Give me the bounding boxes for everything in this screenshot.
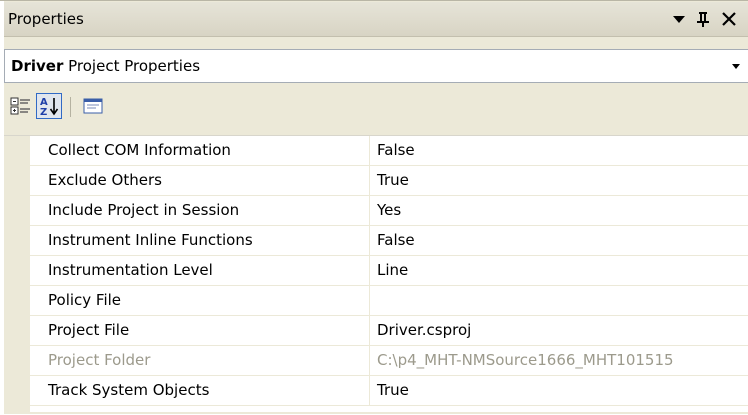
alphabetical-button[interactable]: A Z — [36, 93, 62, 119]
property-value[interactable]: True — [371, 376, 748, 405]
property-row[interactable]: Instrument Inline Functions False — [30, 226, 748, 256]
chevron-down-icon[interactable] — [728, 55, 744, 77]
property-name[interactable]: Instrument Inline Functions — [30, 226, 370, 255]
property-value[interactable]: False — [371, 226, 748, 255]
property-value[interactable] — [371, 286, 748, 315]
toolbar-separator — [70, 97, 71, 117]
property-row[interactable]: Exclude Others True — [30, 166, 748, 196]
toolbar: A Z — [4, 89, 748, 129]
property-row[interactable]: Policy File — [30, 286, 748, 316]
property-pages-icon — [83, 98, 103, 114]
categorized-button[interactable] — [8, 93, 34, 119]
close-icon[interactable] — [718, 7, 740, 31]
property-value[interactable]: False — [371, 136, 748, 165]
object-selector[interactable]: Driver Project Properties — [4, 49, 748, 83]
property-name[interactable]: Track System Objects — [30, 376, 370, 405]
property-value: C:\p4_MHT-NMSource1666_MHT101515 — [377, 351, 674, 369]
properties-window: Properties Driver Project Properties A Z… — [0, 0, 748, 415]
categorized-icon — [10, 97, 30, 115]
property-name[interactable]: Include Project in Session — [30, 196, 370, 225]
window-title: Properties — [8, 10, 84, 28]
grid-gutter — [4, 136, 30, 412]
property-row[interactable]: Project File Driver.csproj — [30, 316, 748, 346]
property-grid: Collect COM Information False Exclude Othe… — [4, 135, 748, 412]
property-pages-button[interactable] — [80, 93, 106, 119]
alphabetical-icon: A Z — [40, 97, 59, 118]
property-row[interactable]: Include Project in Session Yes — [30, 196, 748, 226]
property-name[interactable]: Policy File — [30, 286, 370, 315]
property-value[interactable]: True — [371, 166, 748, 195]
property-row[interactable]: Project Folder C:\p4_MHT-NMSource1666_MHT… — [30, 346, 748, 376]
object-type: Project Properties — [68, 57, 201, 75]
property-row[interactable]: Track System Objects True — [30, 376, 748, 406]
object-name: Driver — [11, 57, 64, 75]
property-name[interactable]: Collect COM Information — [30, 136, 370, 165]
property-row[interactable]: Instrumentation Level Line — [30, 256, 748, 286]
property-value[interactable]: Driver.csproj — [371, 316, 748, 345]
svg-text:Z: Z — [40, 107, 47, 118]
window-menu-dropdown-icon[interactable] — [668, 7, 690, 31]
selected-object: Driver Project Properties — [11, 57, 200, 75]
property-value[interactable]: Line — [371, 256, 748, 285]
property-row[interactable]: Collect COM Information False — [30, 136, 748, 166]
pin-icon[interactable] — [692, 7, 714, 31]
property-name[interactable]: Exclude Others — [30, 166, 370, 195]
property-value[interactable]: Yes — [371, 196, 748, 225]
title-bar[interactable]: Properties — [4, 2, 748, 37]
property-name[interactable]: Instrumentation Level — [30, 256, 370, 285]
property-name[interactable]: Project File — [30, 316, 370, 345]
property-name[interactable]: Project Folder — [30, 346, 370, 375]
